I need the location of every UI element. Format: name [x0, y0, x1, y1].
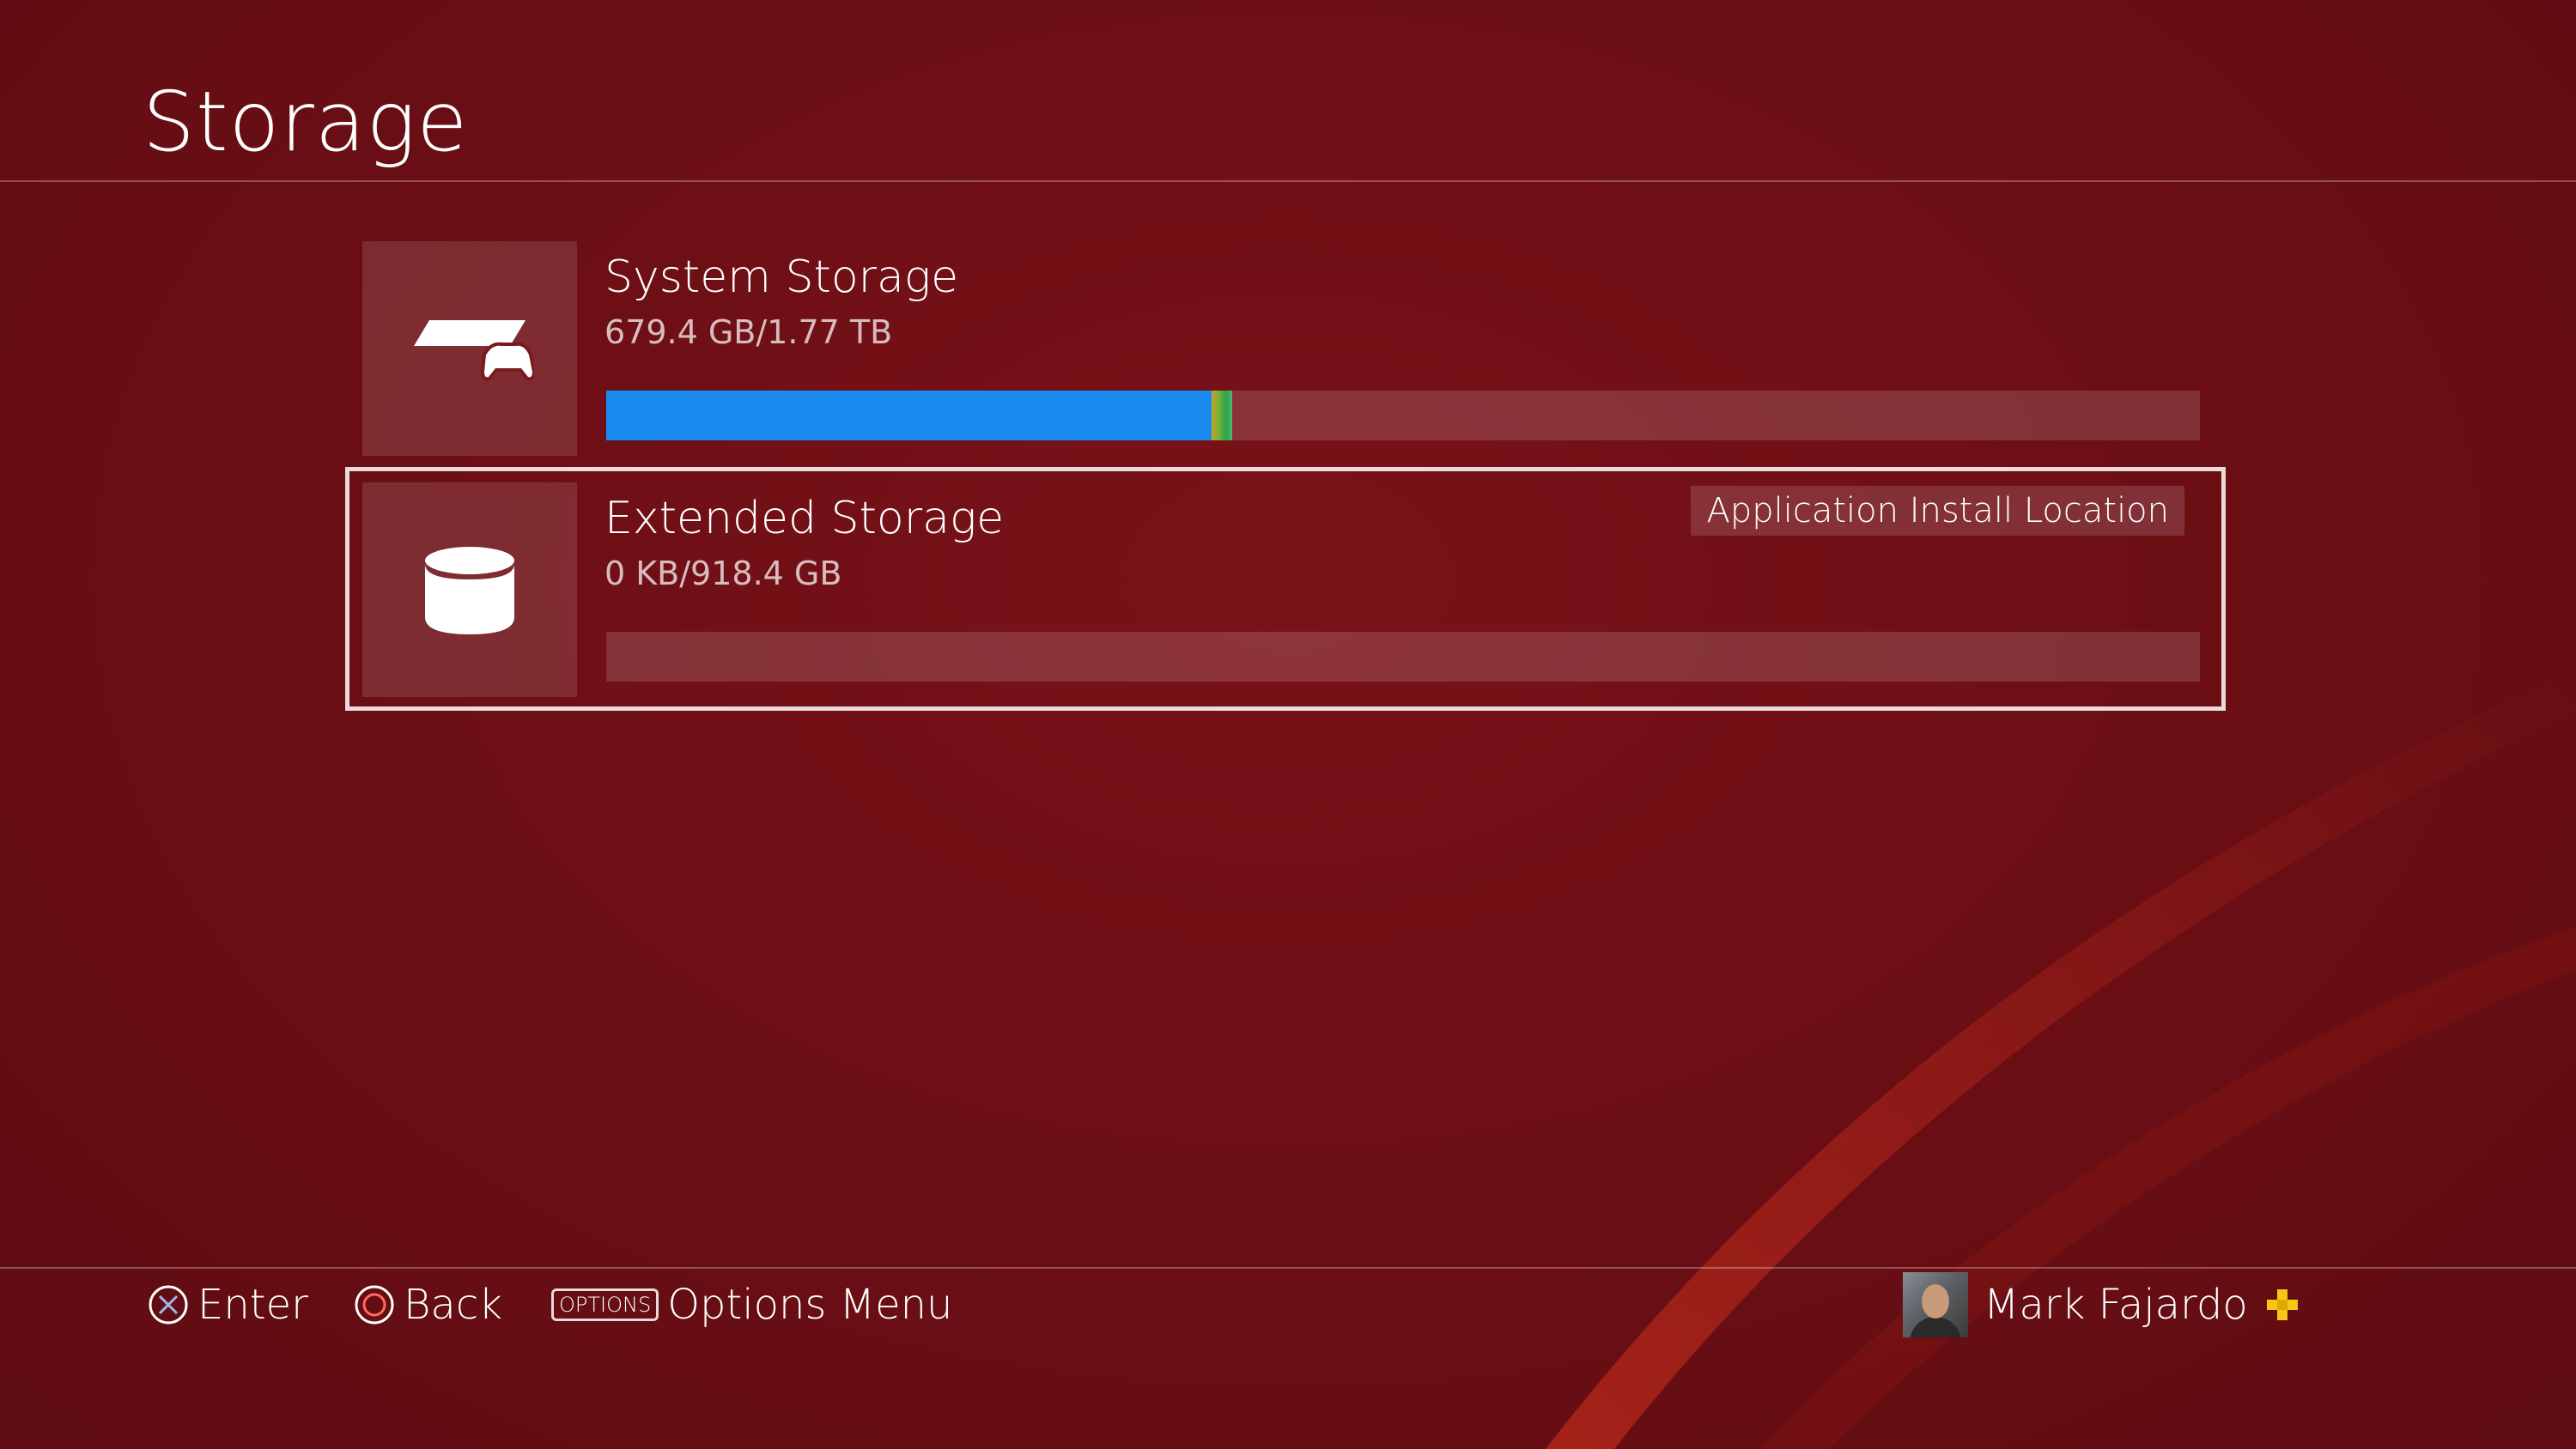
usage-fill-other [1212, 391, 1233, 440]
circle-button-icon [355, 1285, 394, 1325]
options-label: Options Menu [667, 1281, 953, 1329]
cross-button-icon [149, 1285, 188, 1325]
footer-bar: Enter Back OPTIONS Options Menu Mark Faj… [0, 1272, 2576, 1337]
back-label: Back [404, 1281, 503, 1329]
footer-divider [0, 1267, 2576, 1269]
playstation-plus-icon [2266, 1289, 2298, 1320]
back-hint[interactable]: Back [354, 1277, 502, 1332]
background-wave [1546, 670, 2576, 1449]
storage-name: Extended Storage [605, 493, 1005, 544]
storage-name: System Storage [605, 252, 959, 303]
install-location-badge: Application Install Location [1691, 486, 2184, 536]
storage-item-system[interactable]: System Storage 679.4 GB/1.77 TB [362, 241, 2200, 456]
title-divider [0, 180, 2576, 182]
options-key-icon: OPTIONS [551, 1288, 659, 1321]
storage-usage-text: 679.4 GB/1.77 TB [605, 313, 893, 351]
ps4-console-icon [414, 320, 534, 381]
storage-usage-bar [606, 632, 2200, 682]
enter-hint[interactable]: Enter [148, 1277, 308, 1332]
storage-usage-text: 0 KB/918.4 GB [605, 555, 842, 592]
storage-item-extended[interactable]: Extended Storage 0 KB/918.4 GB Applicati… [362, 482, 2200, 697]
storage-usage-bar [606, 391, 2200, 440]
user-name: Mark Fajardo [1984, 1281, 2248, 1329]
page-title: Storage [143, 74, 469, 170]
options-hint[interactable]: OPTIONS Options Menu [551, 1277, 952, 1332]
external-drive-icon [425, 547, 514, 634]
enter-label: Enter [197, 1281, 308, 1329]
usage-fill-applications [606, 391, 1212, 440]
user-profile[interactable]: Mark Fajardo [1903, 1272, 2301, 1337]
avatar [1903, 1272, 1968, 1337]
storage-icon-tile [362, 241, 577, 456]
storage-icon-tile [362, 482, 577, 697]
